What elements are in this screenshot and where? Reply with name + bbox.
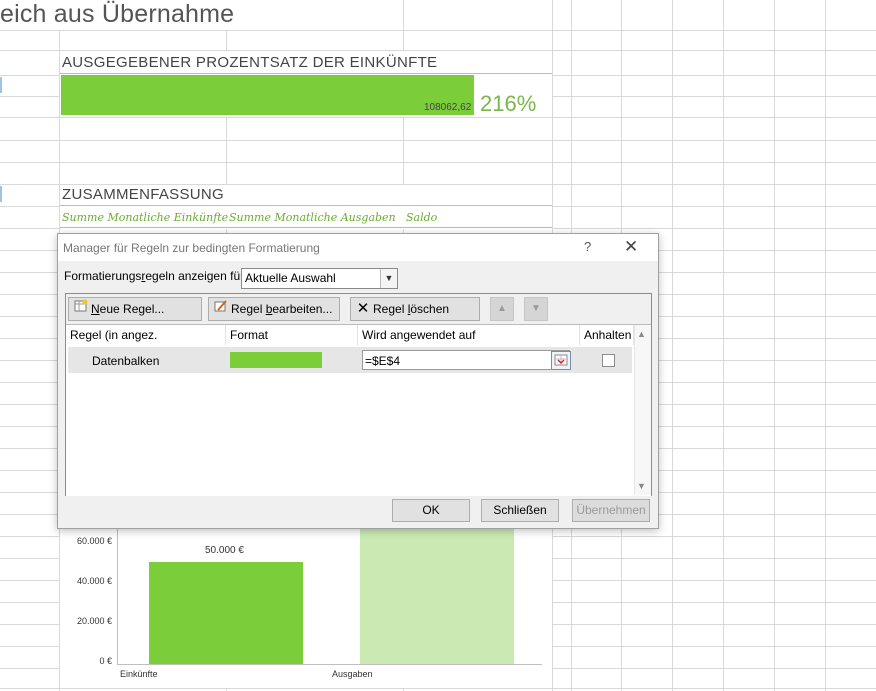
scope-select[interactable]: Aktuelle Auswahl ▼ [241,268,398,289]
conditional-formatting-dialog[interactable]: Manager für Regeln zur bedingten Formati… [57,233,659,529]
range-picker-icon[interactable] [551,351,571,370]
y-tick-label: 40.000 € [76,576,112,586]
rule-format-preview [230,352,322,368]
grid-line [672,0,673,691]
y-axis-line [117,527,118,665]
column-header-applies-to[interactable]: Wird angewendet auf [358,325,580,345]
bar-income[interactable] [149,562,303,664]
rule-name: Datenbalken [92,354,160,368]
column-header-format[interactable]: Format [226,325,358,345]
new-rule-button[interactable]: Neue Regel... [68,297,202,321]
row-marker [0,77,2,93]
x-category-label: Ausgaben [332,669,373,679]
arrow-down-icon: ▼ [531,303,541,314]
grid-line [0,688,876,689]
grid-line [774,0,775,691]
scroll-up-icon[interactable]: ▲ [637,329,646,339]
move-down-button[interactable]: ▼ [524,297,548,321]
sheet-title: eich aus Übernahme [0,0,235,28]
y-tick-label: 60.000 € [76,536,112,546]
close-icon[interactable]: ✕ [624,237,638,257]
data-bar-value: 108062,62 [424,102,472,113]
move-up-button[interactable]: ▲ [490,297,514,321]
scope-select-value: Aktuelle Auswahl [245,271,336,285]
x-category-label: Einkünfte [120,669,158,679]
rules-list[interactable]: Regel (in angez. Reihenfolge) Format Wir… [66,324,651,496]
close-button[interactable]: Schließen [481,499,559,522]
grid-line [0,117,876,118]
rules-panel: Neue Regel... Regel bearbeiten... ✕ Regel… [65,293,652,496]
summary-header-balance: Saldo [406,211,438,224]
x-axis-line [117,664,542,665]
rule-row[interactable]: Datenbalken =$E$4 [68,347,632,373]
applies-to-value: =$E$4 [365,354,401,368]
grid-line [825,0,826,691]
y-tick-label: 0 € [99,656,112,666]
data-bar[interactable] [61,75,474,115]
data-label-income: 50.000 € [205,545,244,556]
section-underline [60,205,552,206]
y-tick-label: 20.000 € [76,616,112,626]
stop-if-true-checkbox[interactable] [602,354,615,367]
grid-line [0,30,876,31]
summary-title: ZUSAMMENFASSUNG [62,186,225,203]
chevron-down-icon[interactable]: ▼ [380,269,397,288]
scrollbar[interactable]: ▲ ▼ [634,325,651,495]
delete-icon: ✕ [356,300,370,317]
arrow-up-icon: ▲ [497,303,507,314]
dialog-titlebar[interactable]: Manager für Regeln zur bedingten Formati… [58,234,658,261]
scroll-down-icon[interactable]: ▼ [637,481,646,491]
help-button[interactable]: ? [584,239,591,254]
section-underline [60,227,552,228]
summary-header-income: Summe Monatliche Einkünfte [62,211,229,224]
column-header-stop[interactable]: Anhalten [580,325,634,345]
new-rule-icon [73,298,89,320]
column-header-rule[interactable]: Regel (in angez. Reihenfolge) [66,325,226,362]
delete-rule-button[interactable]: ✕ Regel löschen [350,297,480,321]
spent-section-title: AUSGEGEBENER PROZENTSATZ DER EINKÜNFTE [62,54,438,71]
section-underline [60,73,552,74]
grid-line [0,140,876,141]
ok-button[interactable]: OK [392,499,470,522]
summary-header-expenses: Summe Monatliche Ausgaben [229,211,396,224]
grid-line [723,0,724,691]
applies-to-input[interactable]: =$E$4 [362,350,570,370]
row-marker [0,186,2,202]
percent-value: 216% [480,91,537,116]
bar-expenses[interactable] [360,527,514,664]
apply-button[interactable]: Übernehmen [572,499,650,522]
edit-rule-icon [213,298,229,320]
grid-line [0,162,876,163]
show-rules-label: Formatierungsregeln anzeigen für: [64,269,248,283]
edit-rule-button[interactable]: Regel bearbeiten... [208,297,340,321]
dialog-title: Manager für Regeln zur bedingten Formati… [63,241,320,255]
